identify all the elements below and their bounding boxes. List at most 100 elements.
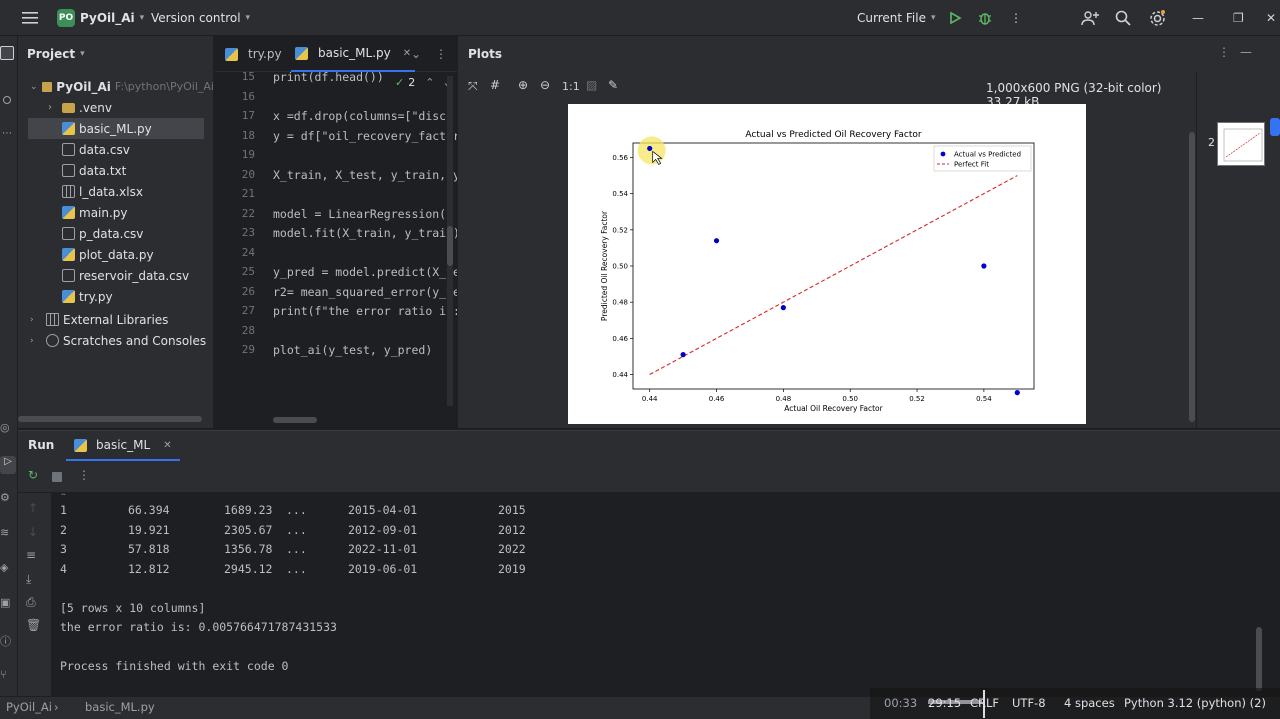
close-tab-icon[interactable]: ✕ — [163, 440, 171, 451]
print-icon[interactable]: ⎙ — [26, 595, 36, 610]
status-interpreter[interactable]: Python 3.12 (python) (2) — [1124, 696, 1266, 710]
run-config-selector[interactable]: Current File ▾ — [857, 0, 936, 36]
more-actions-button[interactable]: ⋮ — [1010, 0, 1022, 36]
search-button[interactable] — [1115, 0, 1131, 36]
main-menu-button[interactable] — [22, 0, 38, 36]
bug-icon — [977, 10, 993, 26]
services-tool-icon[interactable]: ⚙ — [0, 491, 10, 504]
run-more-button[interactable]: ⋮ — [78, 468, 90, 482]
background-toggle-button[interactable]: ▨ — [586, 78, 597, 92]
status-encoding[interactable]: UTF-8 — [1012, 696, 1046, 710]
terminal-tool-icon[interactable]: ▣ — [0, 596, 10, 609]
scroll-up-icon[interactable]: ↑ — [28, 501, 38, 515]
code-with-me-button[interactable] — [1081, 0, 1099, 36]
code-line[interactable]: X_train, X_test, y_train, y — [273, 168, 457, 182]
editor-vscrollbar[interactable] — [447, 76, 453, 406]
tab-more-button[interactable]: ⋮ — [435, 36, 447, 72]
tree-item[interactable]: data.txt — [18, 160, 214, 181]
status-caret-position[interactable]: 29:15 — [928, 696, 961, 710]
tab-try-py[interactable]: try.py — [225, 36, 282, 72]
more-tools-icon[interactable]: ⋯ — [2, 128, 12, 139]
output-scrollbar[interactable] — [1256, 627, 1262, 691]
code-line[interactable]: x =df.drop(columns=["disco — [273, 109, 457, 123]
zoom-in-button[interactable]: ⊕ — [518, 78, 528, 92]
output-cell: 2019-06-01 — [348, 561, 418, 576]
color-picker-button[interactable]: ✎ — [608, 78, 618, 92]
plot-image[interactable]: Actual vs Predicted Oil Recovery Factor 0… — [568, 104, 1086, 424]
zoom-out-button[interactable]: ⊖ — [540, 78, 550, 92]
code-line[interactable]: r2= mean_squared_error(y_te — [273, 285, 457, 299]
tree-external-libraries[interactable]: › External Libraries — [18, 309, 214, 330]
close-tab-icon[interactable]: ✕ — [403, 48, 411, 59]
output-cell: 2015 — [498, 503, 526, 517]
tree-item[interactable]: basic_ML.py — [28, 118, 204, 139]
plot-vscrollbar[interactable] — [1188, 102, 1196, 422]
tree-item[interactable]: › .venv — [18, 97, 214, 118]
run-tab-basic-ml[interactable]: basic_ML ✕ — [66, 431, 180, 461]
tree-item[interactable]: p_data.csv — [18, 223, 214, 244]
fit-to-window-button[interactable]: ⤧ — [468, 79, 478, 94]
trash-icon[interactable]: 🗑 — [26, 618, 41, 632]
stop-button[interactable] — [52, 472, 62, 482]
python-packages-icon[interactable]: ◎ — [0, 421, 10, 434]
tree-item[interactable]: l_data.xlsx — [18, 181, 214, 202]
play-icon — [948, 11, 962, 25]
minimize-button[interactable]: — — [1192, 0, 1204, 36]
code-line[interactable]: print(f"the error ratio is: — [273, 304, 457, 318]
project-panel-scrollbar[interactable] — [18, 416, 202, 422]
project-tool-icon[interactable] — [0, 46, 14, 60]
commit-tool-icon[interactable] — [3, 96, 11, 104]
tree-scratches[interactable]: › Scratches and Consoles — [18, 330, 214, 351]
run-button[interactable] — [948, 0, 962, 36]
output-cell: 3 — [60, 542, 67, 556]
close-button[interactable]: ✕ — [1266, 0, 1276, 36]
vcs-selector[interactable]: Version control ▾ — [151, 0, 250, 36]
plot-thumbnail[interactable] — [1217, 122, 1265, 166]
run-tool-icon[interactable]: ▷ — [0, 456, 16, 474]
tree-item[interactable]: plot_data.py — [18, 244, 214, 265]
python-console-icon[interactable]: ◈ — [0, 561, 8, 574]
tree-item-label: try.py — [79, 289, 113, 304]
tree-item[interactable]: try.py — [18, 286, 214, 307]
breadcrumb-project[interactable]: PyOil_Ai — [6, 700, 52, 714]
problems-tool-icon[interactable]: ⓘ — [0, 633, 11, 649]
line-number: 21 — [241, 187, 255, 200]
tab-basic-ml-py[interactable]: basic_ML.py ✕ — [291, 36, 416, 72]
status-line-separator[interactable]: CRLF — [970, 696, 999, 710]
y-tick-label: 0.44 — [612, 371, 628, 379]
breadcrumb-file[interactable]: basic_ML.py — [85, 700, 155, 714]
tree-item[interactable]: reservoir_data.csv — [18, 265, 214, 286]
data-point — [647, 145, 653, 152]
project-panel-header[interactable]: Project ▾ — [27, 36, 85, 72]
code-line[interactable]: y_pred = model.predict(X_te — [273, 265, 457, 279]
scroll-down-icon[interactable]: ↓ — [28, 525, 38, 539]
plots-hide-button[interactable]: — — [1240, 45, 1252, 59]
code-line[interactable]: model = LinearRegression() — [273, 207, 457, 221]
settings-button[interactable] — [1149, 0, 1166, 36]
tab-list-button[interactable]: ⌄ — [411, 36, 421, 72]
project-selector[interactable]: PO PyOil_Ai ▾ — [57, 0, 144, 36]
layers-tool-icon[interactable]: ≋ — [0, 526, 9, 539]
tree-root[interactable]: ⌄ PyOil_Ai F:\python\PyOil_Ai — [18, 76, 214, 97]
actual-size-button[interactable]: 1:1 — [562, 80, 580, 93]
soft-wrap-icon[interactable]: ≡ — [26, 548, 36, 562]
scroll-to-end-icon[interactable]: ⤓ — [26, 572, 31, 587]
restore-button[interactable]: ❐ — [1233, 0, 1244, 36]
git-tool-icon[interactable]: ⑂ — [0, 668, 7, 681]
debug-button[interactable] — [977, 0, 993, 36]
editor-hscrollbar[interactable] — [273, 417, 317, 423]
tree-item[interactable]: main.py — [18, 202, 214, 223]
python-file-icon — [62, 206, 75, 219]
grid-toggle-button[interactable]: # — [490, 78, 500, 92]
code-line[interactable]: plot_ai(y_test, y_pred) — [273, 343, 457, 357]
gear-icon — [1149, 9, 1166, 27]
code-line[interactable]: print(df.head()) — [273, 70, 457, 84]
tree-item[interactable]: data.csv — [18, 139, 214, 160]
ai-assistant-icon[interactable] — [1270, 118, 1280, 136]
rerun-button[interactable]: ↻ — [28, 468, 38, 482]
plots-options-button[interactable]: ⋮ — [1218, 45, 1230, 59]
status-indent[interactable]: 4 spaces — [1064, 696, 1115, 710]
code-line[interactable]: y = df["oil_recovery_factor — [273, 129, 457, 143]
code-line[interactable]: model.fit(X_train, y_train) — [273, 226, 457, 240]
breadcrumb-separator: › — [54, 700, 59, 714]
